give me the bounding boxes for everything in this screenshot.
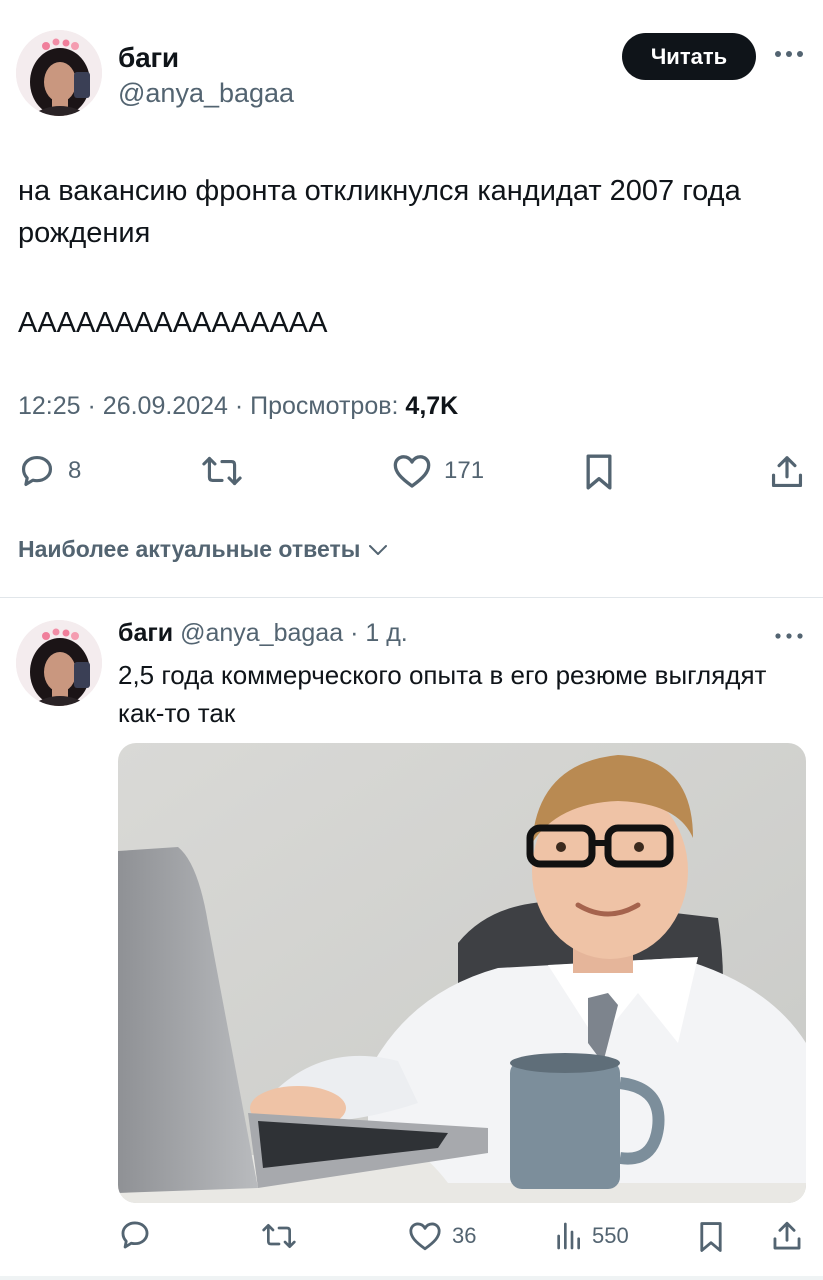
- author-avatar[interactable]: [16, 30, 102, 116]
- more-options-icon[interactable]: [772, 42, 806, 66]
- reply-icon: [21, 455, 53, 487]
- repost-button[interactable]: [200, 452, 244, 490]
- share-icon: [771, 456, 803, 488]
- repost-icon: [262, 1224, 296, 1248]
- follow-button[interactable]: Читать: [622, 33, 756, 80]
- share-icon: [773, 1221, 801, 1250]
- section-divider: [0, 597, 823, 598]
- reply-views-count: 550: [592, 1223, 629, 1248]
- reply-author-name[interactable]: баги: [118, 619, 173, 647]
- reply-share-button[interactable]: [770, 1218, 804, 1254]
- avatar-image: [16, 620, 102, 706]
- tweet-text-scream: АААААААААААААААА: [18, 307, 328, 339]
- repost-icon: [202, 456, 242, 486]
- like-count: 171: [444, 457, 485, 484]
- bottom-divider: [0, 1276, 823, 1280]
- reply-icon: [121, 1221, 149, 1249]
- avatar-image: [16, 30, 102, 116]
- reply-like-count: 36: [452, 1223, 477, 1248]
- heart-icon: [409, 1222, 441, 1251]
- replies-sort-dropdown[interactable]: Наиболее актуальные ответы: [18, 536, 390, 563]
- reply-header: баги @anya_bagaa · 1 д.: [118, 619, 408, 648]
- chevron-down-icon: [369, 544, 388, 555]
- tweet-date[interactable]: 26.09.2024: [103, 392, 228, 420]
- bar-chart-icon: [557, 1222, 580, 1250]
- reply-age[interactable]: 1 д.: [365, 619, 407, 647]
- reply-count: 8: [68, 457, 82, 484]
- reply-views-button[interactable]: 550: [554, 1220, 629, 1252]
- meta-separator: ·: [87, 392, 103, 420]
- author-handle[interactable]: @anya_bagaa: [118, 78, 294, 109]
- reply-repost-button[interactable]: [260, 1220, 298, 1252]
- replies-sort-label: Наиболее актуальные ответы: [18, 536, 361, 562]
- tweet-meta: 12:25 · 26.09.2024 · Просмотров: 4,7K: [18, 392, 458, 421]
- photo-boy-with-laptop: [118, 743, 806, 1203]
- reply-author-handle[interactable]: @anya_bagaa: [180, 619, 343, 647]
- bookmark-icon: [700, 1222, 722, 1252]
- tweet-time[interactable]: 12:25: [18, 392, 81, 420]
- more-options-icon[interactable]: [772, 626, 806, 646]
- like-button[interactable]: 171: [392, 452, 484, 490]
- meta-separator: ·: [350, 619, 359, 647]
- reply-bookmark-button[interactable]: [698, 1220, 724, 1254]
- reply-like-button[interactable]: 36: [408, 1220, 476, 1252]
- reply-text: 2,5 года коммерческого опыта в его резюм…: [118, 660, 767, 728]
- reply-button[interactable]: 8: [18, 452, 81, 490]
- reply-photo[interactable]: [118, 743, 806, 1203]
- reply-reply-button[interactable]: [118, 1218, 152, 1252]
- views-label: Просмотров:: [250, 392, 399, 420]
- share-button[interactable]: [768, 452, 806, 492]
- reply-author-avatar[interactable]: [16, 620, 102, 706]
- bookmark-icon: [586, 454, 612, 490]
- heart-icon: [393, 455, 431, 488]
- views-count: 4,7K: [405, 392, 459, 420]
- bookmark-button[interactable]: [584, 452, 614, 492]
- author-name[interactable]: баги: [118, 42, 179, 74]
- meta-separator: ·: [234, 392, 251, 420]
- tweet-text: на вакансию фронта откликнулся кандидат …: [18, 175, 741, 249]
